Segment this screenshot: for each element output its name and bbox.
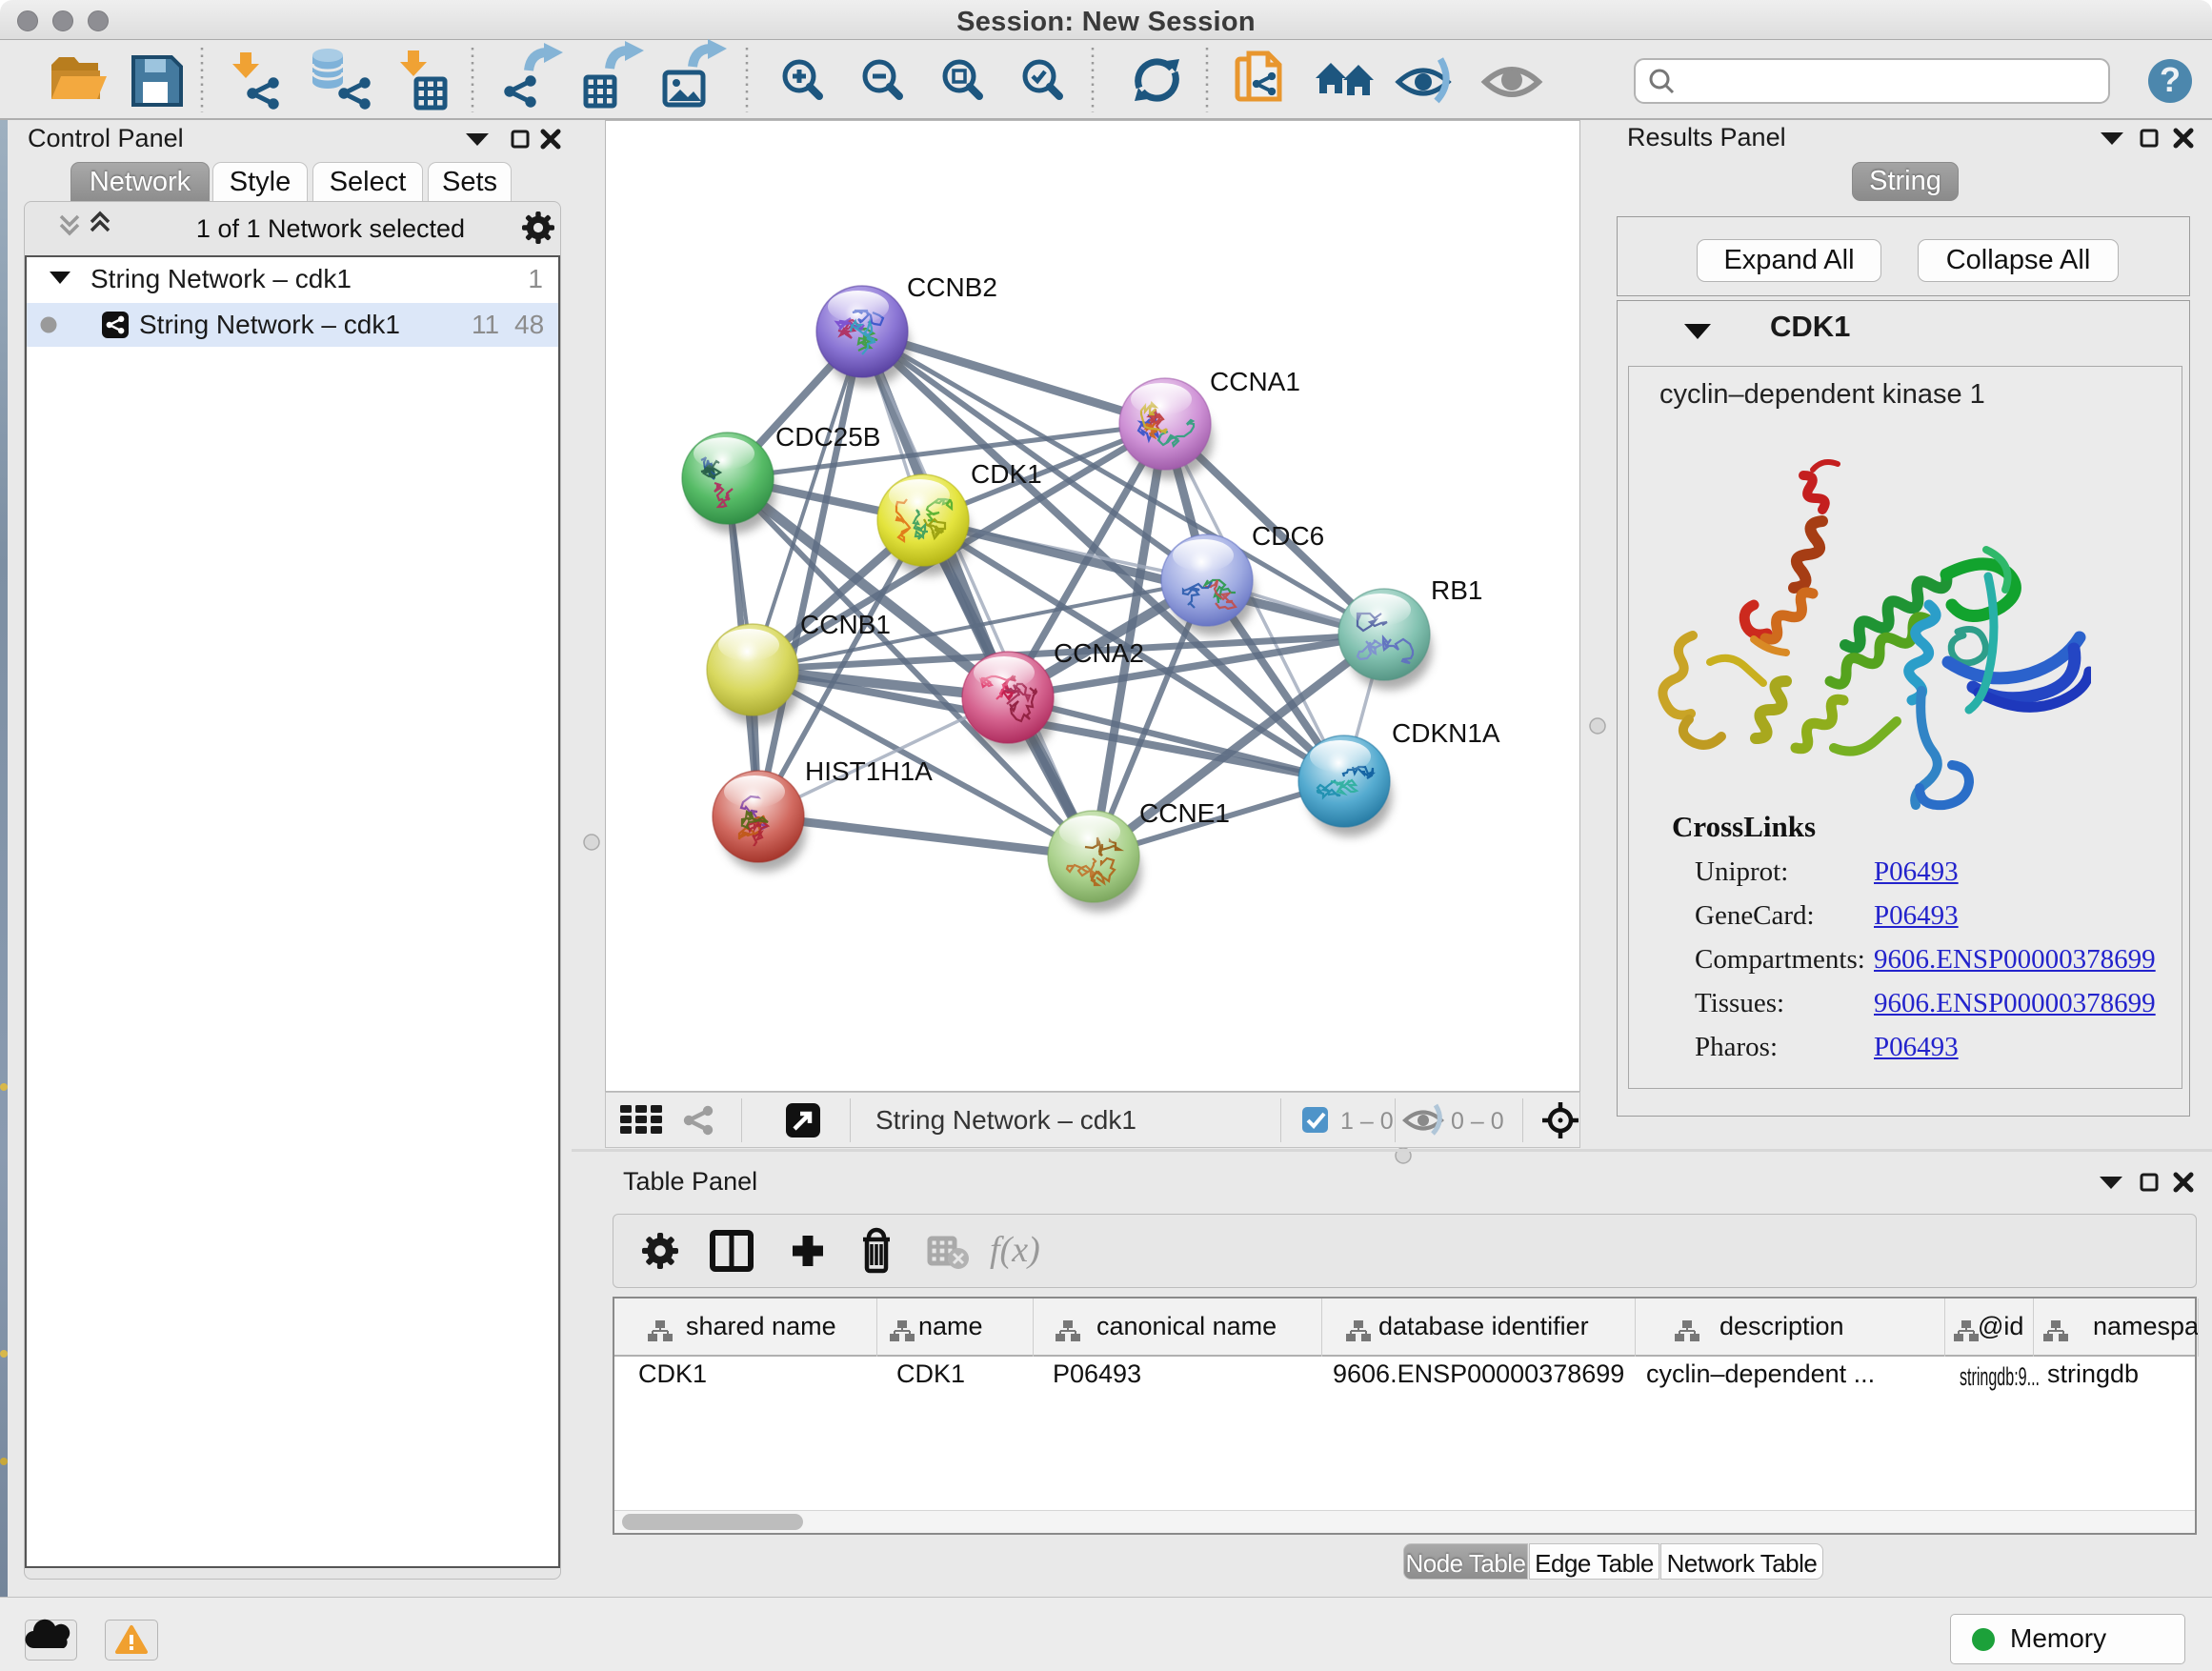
svg-text:RB1: RB1 <box>1431 575 1482 605</box>
svg-text:HIST1H1A: HIST1H1A <box>805 756 933 786</box>
svg-text:CCNB2: CCNB2 <box>907 272 997 302</box>
svg-text:?: ? <box>2160 60 2181 99</box>
svg-text:CDK1: CDK1 <box>971 459 1042 489</box>
svg-text:CCNE1: CCNE1 <box>1139 798 1230 828</box>
svg-text:CCNA2: CCNA2 <box>1054 638 1144 668</box>
svg-text:CCNB1: CCNB1 <box>800 610 891 639</box>
svg-text:CDC6: CDC6 <box>1252 521 1324 551</box>
svg-text:CDC25B: CDC25B <box>775 422 880 452</box>
svg-text:stringdb:9...: stringdb:9... <box>1960 1362 2040 1391</box>
svg-text:CCNA1: CCNA1 <box>1210 367 1300 396</box>
svg-text:CDKN1A: CDKN1A <box>1392 718 1500 748</box>
